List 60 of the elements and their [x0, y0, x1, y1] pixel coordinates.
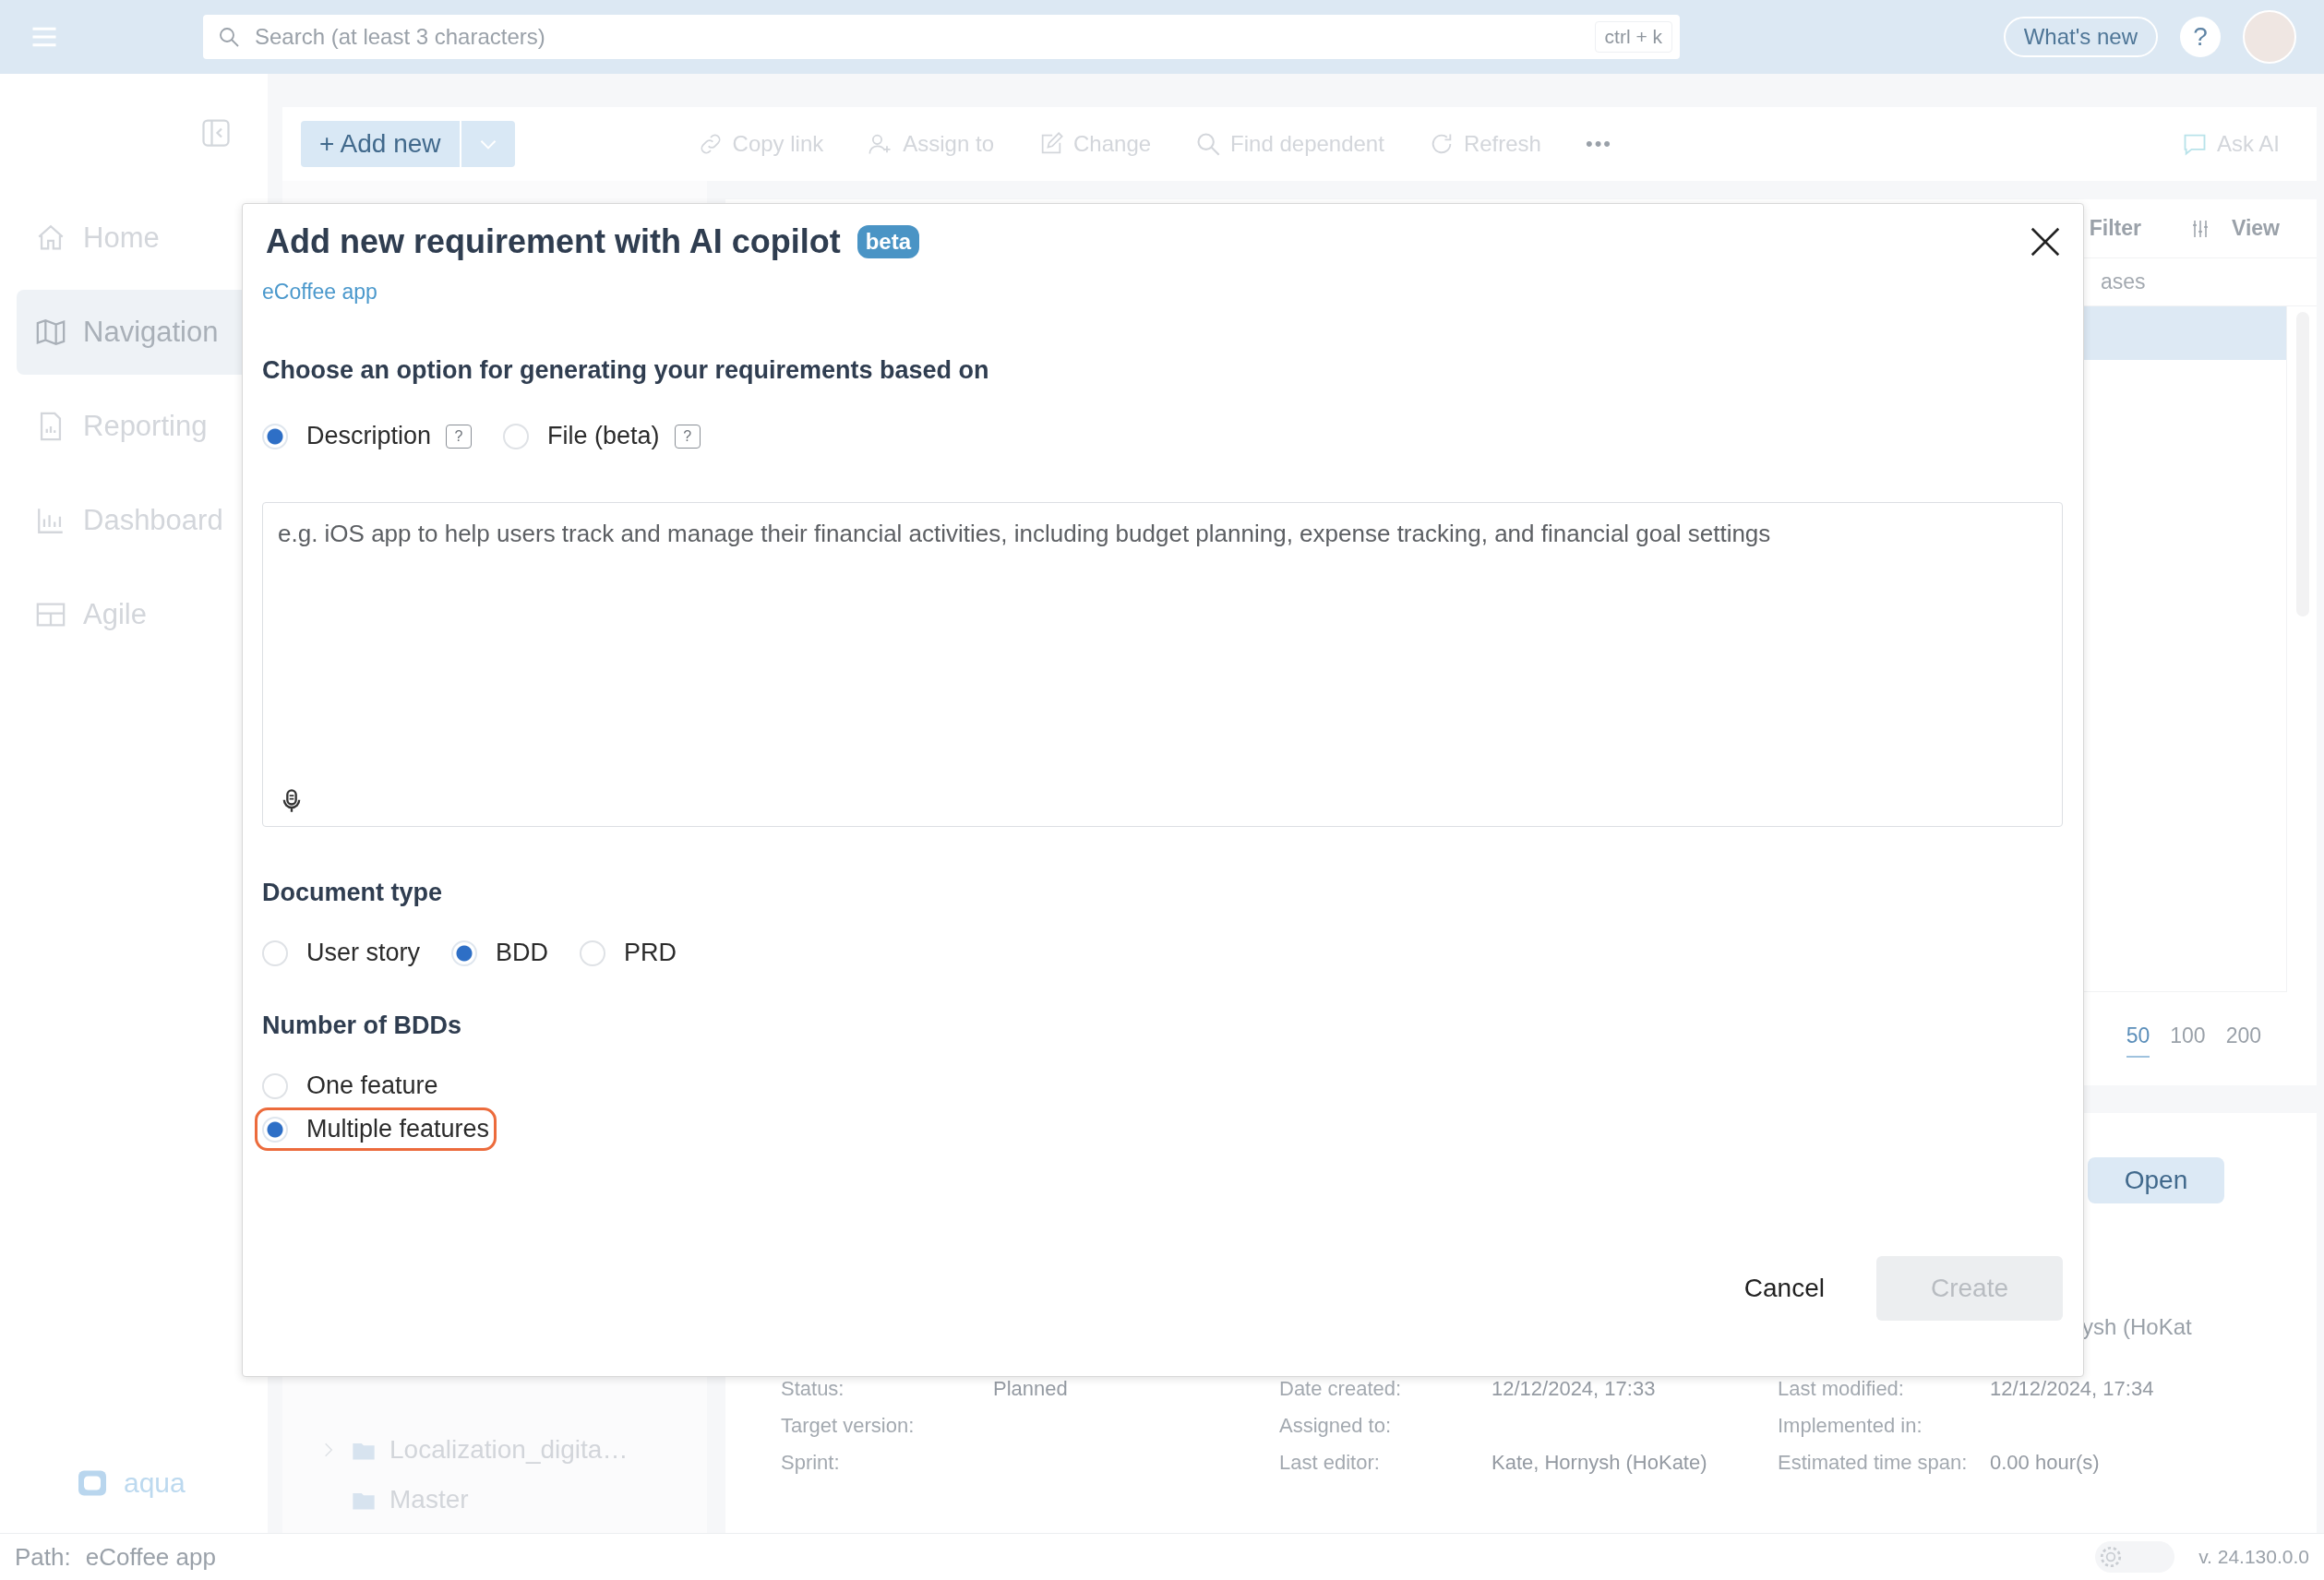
- radio-button[interactable]: [451, 940, 478, 966]
- radio-label: Description: [306, 422, 432, 450]
- path-label: Path:: [15, 1542, 71, 1572]
- field-value: Kate, Hornysh (HoKate): [1491, 1451, 1708, 1475]
- help-bubble[interactable]: ?: [674, 424, 701, 449]
- field-value: Planned: [993, 1377, 1069, 1401]
- field-label: Implemented in:: [1778, 1414, 1923, 1438]
- map-icon: [35, 317, 66, 348]
- theme-toggle[interactable]: [2095, 1541, 2175, 1573]
- radio-label: File (beta): [547, 422, 660, 450]
- filter-button[interactable]: Filter: [2089, 216, 2141, 241]
- text-fragment: ysh (HoKat: [2081, 1314, 2193, 1340]
- section-heading: Document type: [262, 879, 444, 907]
- radio-button[interactable]: [262, 1116, 288, 1143]
- radio-label: BDD: [496, 939, 549, 967]
- project-link[interactable]: eCoffee app: [262, 280, 377, 305]
- page-size-option[interactable]: 100: [2170, 1023, 2206, 1058]
- field-label: Estimated time span:: [1778, 1451, 1969, 1475]
- field-label: Assigned to:: [1279, 1414, 1393, 1438]
- cancel-button[interactable]: Cancel: [1743, 1256, 1825, 1321]
- description-field[interactable]: e.g. iOS app to help users track and manage their financial activities, including budget planning, expense tracking, and financial goal settings: [262, 502, 2063, 827]
- field-label: Date created:: [1279, 1377, 1403, 1401]
- field-value: 12/12/2024, 17:33: [1491, 1377, 1657, 1401]
- search-icon: [218, 26, 240, 48]
- shortcut-hint: ctrl + k: [1594, 21, 1672, 53]
- field-value: 12/12/2024, 17:34: [1990, 1377, 2155, 1401]
- whats-new-button[interactable]: What's new: [2003, 17, 2158, 57]
- page-size-option[interactable]: 200: [2225, 1023, 2261, 1058]
- help-button[interactable]: ?: [2180, 17, 2221, 57]
- field-label: Target version:: [781, 1414, 916, 1438]
- open-button[interactable]: Open: [2088, 1157, 2224, 1203]
- dropdown-button[interactable]: [459, 121, 515, 167]
- more-button[interactable]: •••: [1575, 132, 1623, 156]
- version-text: v. 24.130.0.0: [2198, 1546, 2309, 1568]
- page-size-option[interactable]: 50: [2126, 1023, 2150, 1058]
- radio-button[interactable]: [262, 423, 288, 449]
- radio-label: User story: [306, 939, 421, 967]
- field-label: Last modified:: [1778, 1377, 1905, 1401]
- field-label: Last editor:: [1279, 1451, 1381, 1475]
- view-button[interactable]: View: [2232, 216, 2280, 241]
- section-heading: Choose an option for generating your requirements based on: [262, 356, 990, 385]
- help-bubble[interactable]: ?: [446, 424, 473, 449]
- radio-button[interactable]: [580, 940, 606, 966]
- add-new-button[interactable]: + Add new: [301, 121, 460, 167]
- field-label: Sprint:: [781, 1451, 841, 1475]
- radio-label: Multiple features: [306, 1115, 490, 1143]
- section-heading: Number of BDDs: [262, 1011, 462, 1040]
- gear-icon: [2099, 1545, 2124, 1569]
- field-label: Status:: [781, 1377, 845, 1401]
- search-icon: [1195, 131, 1222, 157]
- radio-label: One feature: [306, 1071, 438, 1100]
- field-value: 0.00 hour(s): [1990, 1451, 2101, 1475]
- path-value: eCoffee app: [85, 1542, 216, 1572]
- radio-button[interactable]: [262, 940, 288, 966]
- logo-text: aqua: [124, 1467, 186, 1499]
- radio-button[interactable]: [503, 423, 530, 449]
- radio-button[interactable]: [262, 1072, 288, 1099]
- radio-label: PRD: [624, 939, 677, 967]
- beta-badge: beta: [857, 225, 920, 258]
- collapse-sidebar-icon[interactable]: [199, 116, 233, 150]
